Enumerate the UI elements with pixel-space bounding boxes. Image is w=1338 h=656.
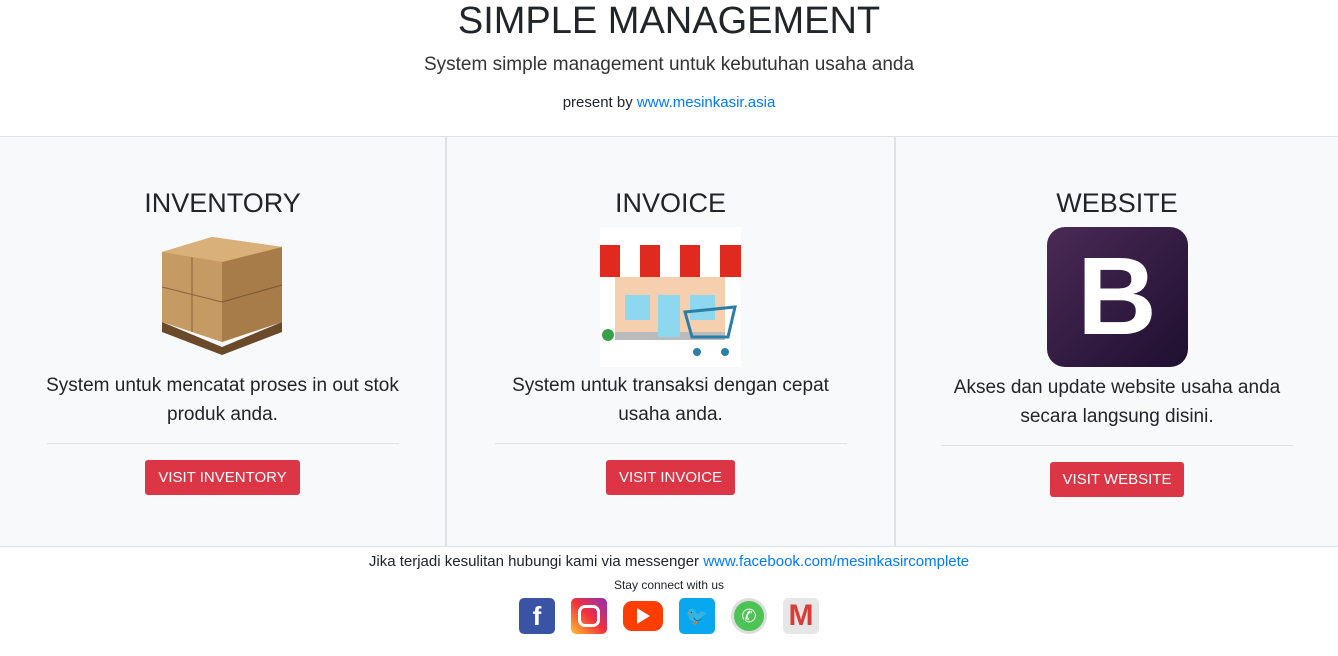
card-description: Akses dan update website usaha anda seca… <box>953 377 1281 427</box>
whatsapp-icon[interactable]: ✆ <box>731 598 767 634</box>
boxes-image <box>152 227 293 367</box>
facebook-icon[interactable]: f <box>519 598 555 634</box>
twitter-icon[interactable]: 🐦 <box>679 598 715 634</box>
visit-invoice-button[interactable]: VISIT INVOICE <box>605 460 736 495</box>
page-title: SIMPLE MANAGEMENT <box>457 0 881 42</box>
card-website: WEBSITE B Akses dan update website usaha… <box>896 137 1338 546</box>
card-title: INVENTORY <box>144 188 301 218</box>
divider <box>941 445 1293 446</box>
divider <box>46 443 399 444</box>
visit-inventory-button[interactable]: VISIT INVENTORY <box>145 460 300 495</box>
card-title: INVOICE <box>614 188 727 218</box>
card-title: WEBSITE <box>1056 188 1178 218</box>
present-by-link[interactable]: www.mesinkasir.asia <box>637 94 775 111</box>
card-description: System untuk mencatat proses in out stok… <box>46 375 399 425</box>
page-subtitle: System simple management untuk kebutuhan… <box>423 54 915 75</box>
cards: INVENTORY System untuk mencatat proses i… <box>0 137 1338 547</box>
card-invoice: INVOICE System untuk transaksi dengan ce… <box>447 137 896 546</box>
header: SIMPLE MANAGEMENT System simple manageme… <box>0 0 1338 137</box>
youtube-icon[interactable] <box>623 601 663 631</box>
present-by: present by www.mesinkasir.asia <box>0 94 1338 111</box>
instagram-icon[interactable] <box>571 598 607 634</box>
footer: Jika terjadi kesulitan hubungi kami via … <box>0 553 1338 634</box>
facebook-link[interactable]: www.facebook.com/mesinkasircomplete <box>703 553 969 570</box>
present-by-label: present by <box>562 94 633 111</box>
store-image <box>600 227 741 367</box>
gmail-icon[interactable]: M <box>783 598 819 634</box>
contact-text: Jika terjadi kesulitan hubungi kami via … <box>0 553 1338 570</box>
visit-website-button[interactable]: VISIT WEBSITE <box>1049 462 1185 497</box>
stay-connect: Stay connect with us <box>613 578 725 592</box>
social-icons: f 🐦 ✆ M <box>0 598 1338 634</box>
divider <box>494 443 847 444</box>
logo-letter: B <box>1077 235 1157 358</box>
bootstrap-logo: B <box>1046 227 1188 367</box>
card-description: System untuk transaksi dengan cepat usah… <box>512 375 829 425</box>
card-inventory: INVENTORY System untuk mencatat proses i… <box>0 137 447 546</box>
contact-label: Jika terjadi kesulitan hubungi kami via … <box>368 553 700 570</box>
